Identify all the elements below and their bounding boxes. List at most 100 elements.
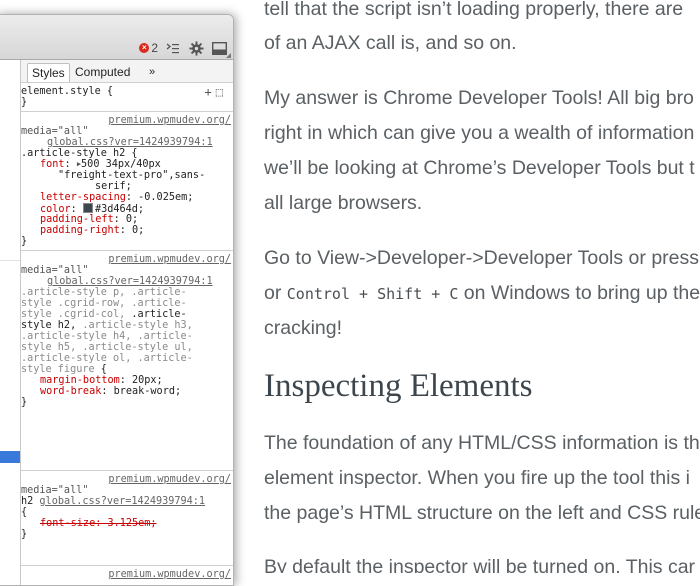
article-line: My answer is Chrome Developer Tools! All… <box>264 87 694 109</box>
dock-icon[interactable] <box>211 41 227 55</box>
error-icon: × <box>139 43 150 53</box>
article-line: right in which can give you a wealth of … <box>264 122 695 144</box>
property-value: 0; <box>125 214 139 225</box>
article-line: Go to View->Developer->Developer Tools o… <box>264 247 699 269</box>
rule-close: } <box>21 529 28 540</box>
article-line: we’ll be looking at Chrome’s Developer T… <box>264 157 695 179</box>
divider <box>21 470 233 471</box>
property-name: letter-spacing <box>40 192 126 203</box>
property-name: padding-right <box>40 225 120 236</box>
sidebar-tabbar: Styles Computed » <box>21 60 233 83</box>
article-line: all large browsers. <box>264 192 423 214</box>
devtools-window: × 2 Styles Computed » element.style {+⬚… <box>0 14 234 586</box>
rule-selector-line[interactable]: .article-style p, .article- <box>21 287 187 298</box>
tab-styles[interactable]: Styles <box>27 63 70 82</box>
selector-match: style h2, <box>21 320 77 331</box>
rule-file-link[interactable]: global.css?ver=1424939794:1 <box>47 137 213 148</box>
article-line: of an AJAX call is, and so on. <box>264 32 517 54</box>
css-declaration[interactable]: margin-bottom: 20px; <box>40 375 163 386</box>
selector-brace: { <box>100 364 107 375</box>
property-name: margin-bottom <box>40 375 120 386</box>
divider <box>0 260 20 261</box>
console-icon[interactable] <box>165 41 181 55</box>
property-value: 500 34px/40px <box>81 159 161 170</box>
error-counter[interactable]: × 2 <box>139 41 158 55</box>
article-line: element inspector. When you fire up the … <box>264 467 690 489</box>
divider <box>21 250 233 251</box>
rule-selector-line[interactable]: style .cgrid-row, .article- <box>21 298 187 309</box>
rule-selector-line[interactable]: style .cgrid-col, .article- <box>21 309 187 320</box>
property-name: padding-left <box>40 214 114 225</box>
rule-selector-line[interactable]: style h5, .article-style ul, <box>21 342 193 353</box>
article-line: The foundation of any HTML/CSS informati… <box>264 432 700 454</box>
css-declaration[interactable]: padding-left: 0; <box>40 214 138 225</box>
gear-icon[interactable] <box>188 40 204 56</box>
line-text: on Windows to bring up the <box>458 282 700 304</box>
rule-selector[interactable]: element.style { <box>21 86 113 97</box>
line-text: or <box>264 282 287 304</box>
rule-selector-line[interactable]: .article-style h4, .article- <box>21 331 193 342</box>
rule-open: { <box>21 507 28 518</box>
css-declaration[interactable]: font: ▶500 34px/40px <box>40 159 161 170</box>
resize-grip-icon[interactable] <box>226 53 231 58</box>
article-line: the page’s HTML structure on the left an… <box>264 502 700 524</box>
divider <box>21 565 233 566</box>
property-name: font <box>40 159 65 170</box>
css-declaration[interactable]: word-break: break-word; <box>40 386 181 397</box>
property-value: -0.025em; <box>138 192 194 203</box>
selector-part: .article-style h3, <box>82 320 193 331</box>
overridden-declaration[interactable]: font-size: 3.125em; <box>40 518 157 529</box>
rule-media: media="all" <box>21 126 89 137</box>
rule-selector: h2 <box>21 496 34 507</box>
css-declaration[interactable]: letter-spacing: -0.025em; <box>40 192 193 203</box>
css-declaration[interactable]: color: #3d464d; <box>40 203 144 215</box>
rule-selector[interactable]: .article-style h2 { <box>21 148 138 159</box>
elements-panel[interactable] <box>0 60 21 585</box>
color-swatch[interactable] <box>82 203 93 213</box>
article-line: or Control + Shift + C on Windows to bri… <box>264 278 700 308</box>
rule-file-link[interactable]: global.css?ver=1424939794:1 <box>47 276 213 287</box>
article-line: By default the inspector will be turned … <box>264 556 696 573</box>
rule-file-link[interactable]: global.css?ver=1424939794:1 <box>39 496 205 507</box>
rule-close: } <box>21 97 28 108</box>
rule-source-link[interactable]: premium.wpmudev.org/ <box>108 115 231 126</box>
rule-source-link[interactable]: premium.wpmudev.org/ <box>108 569 231 580</box>
property-name: word-break <box>40 386 102 397</box>
styles-sidebar: Styles Computed » element.style { +⬚ } p… <box>21 60 233 585</box>
css-rule: premium.wpmudev.org/ media="all" h2 glob… <box>21 472 233 552</box>
keyboard-shortcut: Control + Shift + C <box>286 285 459 303</box>
rule-selector-line[interactable]: style figure { <box>21 364 107 375</box>
property-value-cont: "freight-text-pro",sans- <box>58 170 206 181</box>
rule-source-link[interactable]: premium.wpmudev.org/ <box>108 254 231 265</box>
selector-part: style figure <box>21 364 95 375</box>
divider <box>21 111 233 112</box>
rule-selector-line[interactable]: h2 global.css?ver=1424939794:1 <box>21 496 205 507</box>
selector-part: style .cgrid-col, <box>21 309 126 320</box>
toggle-element-state-icon[interactable]: ⬚ <box>216 85 227 99</box>
tab-computed[interactable]: Computed <box>71 63 134 81</box>
property-value: 0; <box>132 225 145 236</box>
tab-overflow-chevron[interactable]: » <box>145 63 159 81</box>
article-line: cracking! <box>264 317 343 339</box>
rule-actions: +⬚ <box>205 85 227 99</box>
article-content: tell that the script isn’t loading prope… <box>264 0 700 573</box>
add-icon[interactable]: + <box>205 85 216 99</box>
selected-node-highlight[interactable] <box>0 451 20 463</box>
property-value: break-word; <box>113 386 182 397</box>
rule-close: } <box>21 236 28 247</box>
css-declaration[interactable]: padding-right: 0; <box>40 225 144 236</box>
rule-selector-line[interactable]: .article-style ol, .article- <box>21 353 193 364</box>
error-count: 2 <box>151 41 158 55</box>
css-rule: premium.wpmudev.org/ <box>21 567 233 585</box>
section-heading: Inspecting Elements <box>264 368 533 404</box>
selector-match: .article- <box>131 309 187 320</box>
css-rule: premium.wpmudev.org/ media="all" global.… <box>21 252 233 442</box>
rule-media: media="all" <box>21 485 89 496</box>
article-line: tell that the script isn’t loading prope… <box>264 0 684 20</box>
rule-selector-line[interactable]: style h2, .article-style h3, <box>21 320 193 331</box>
devtools-toolbar: × 2 <box>0 15 233 60</box>
property-value: 20px; <box>132 375 163 386</box>
rule-media: media="all" <box>21 265 89 276</box>
toolbar-icons: × 2 <box>139 40 227 56</box>
rule-source-link[interactable]: premium.wpmudev.org/ <box>108 474 231 485</box>
